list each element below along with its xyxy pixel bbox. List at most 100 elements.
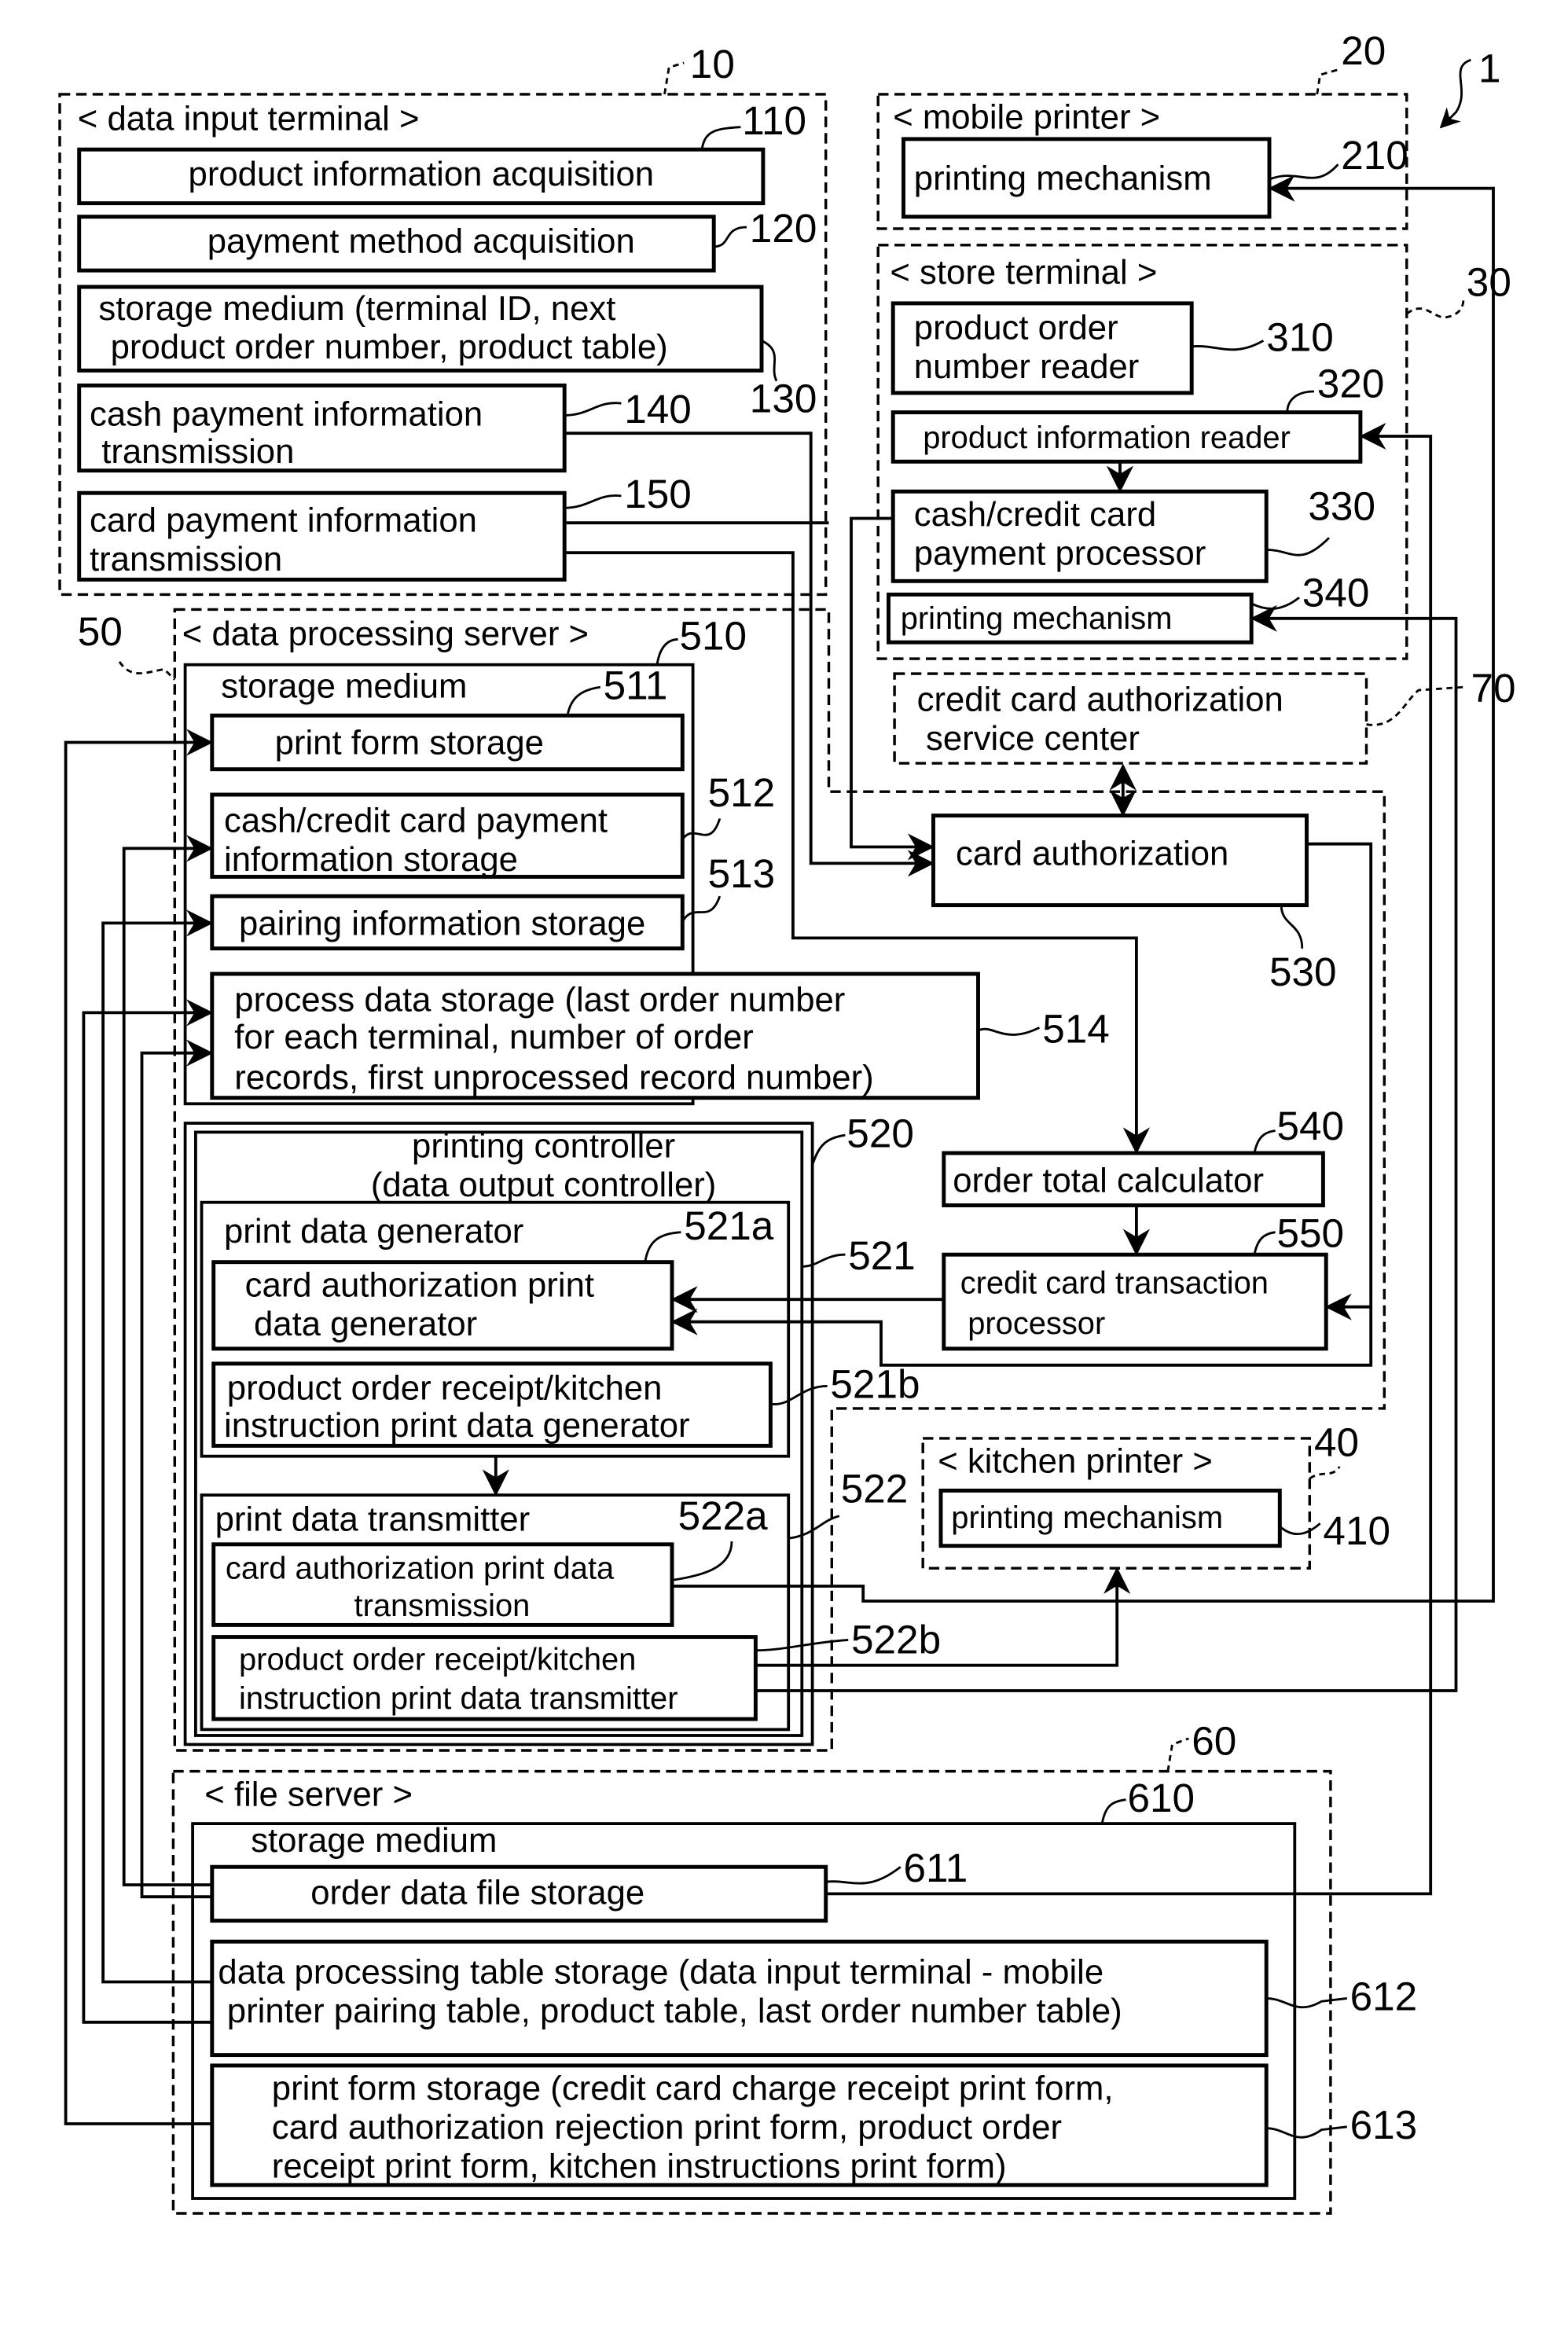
leader-511: [566, 685, 601, 716]
leader-513: [681, 895, 722, 923]
ref-410: 410: [1323, 1508, 1390, 1553]
ref-550: 550: [1277, 1211, 1345, 1256]
leader-130: [761, 340, 778, 382]
ref-110: 110: [742, 98, 806, 143]
payment-processor-line-2: payment processor: [914, 534, 1206, 572]
fs-print-form-storage-line-1: print form storage (credit card charge r…: [272, 2070, 1114, 2108]
leader-610: [1100, 1798, 1126, 1824]
file-server: 60 < file server > storage medium 610 or…: [171, 1719, 1418, 2215]
receipt-kitchen-print-data-tx-line-1: product order receipt/kitchen: [239, 1642, 636, 1677]
ref-520: 520: [846, 1111, 914, 1155]
ref-340: 340: [1302, 571, 1370, 615]
kitchen-printer: 40 < kitchen printer > printing mechanis…: [921, 1420, 1390, 1570]
print-data-transmitter-label: print data transmitter: [215, 1500, 531, 1539]
leader-70: [1366, 685, 1464, 726]
leader-330: [1266, 537, 1331, 556]
credit-card-tx-processor-line-2: processor: [968, 1306, 1105, 1341]
order-file-to-payment-info-line: [122, 835, 214, 1886]
process-data-storage-line-3: records, first unprocessed record number…: [234, 1058, 873, 1096]
ref-521: 521: [848, 1233, 916, 1278]
file-server-title: < file server >: [204, 1775, 413, 1813]
mobile-printer-printing-mechanism-label: printing mechanism: [914, 160, 1212, 198]
order-data-file-storage-label: order data file storage: [310, 1874, 644, 1912]
ref-330: 330: [1308, 483, 1375, 528]
print-data-generator-label: print data generator: [224, 1212, 523, 1251]
data-input-terminal: 10 < data input terminal > product infor…: [58, 42, 828, 597]
payment-info-storage-line-1: cash/credit card payment: [224, 802, 608, 840]
mobile-printer-title: < mobile printer >: [893, 98, 1160, 137]
leader-20: [1316, 68, 1342, 95]
ref-510: 510: [680, 614, 747, 659]
credit-card-tx-processor-line-1: credit card transaction: [960, 1266, 1269, 1301]
process-data-storage-line-2: for each terminal, number of order: [234, 1018, 753, 1056]
leader-521: [802, 1253, 846, 1268]
payment-info-storage-line-2: information storage: [224, 840, 518, 879]
mobile-printer: 20 < mobile printer > printing mechanism…: [876, 28, 1408, 230]
ref-613: 613: [1350, 2103, 1418, 2147]
ref-130: 130: [750, 376, 817, 421]
leader-10: [663, 61, 685, 95]
ref-522: 522: [841, 1467, 909, 1511]
table-storage-line-1: data processing table storage (data inpu…: [218, 1952, 1103, 1991]
leader-410: [1279, 1522, 1321, 1535]
order-total-calculator-label: order total calculator: [953, 1161, 1264, 1199]
card-payment-info-tx-line-2: transmission: [90, 540, 282, 578]
data-processing-server-title: < data processing server >: [182, 615, 589, 653]
ref-522a: 522a: [678, 1493, 769, 1538]
store-printing-mechanism-label: printing mechanism: [901, 601, 1173, 636]
dps-storage-medium-label: storage medium: [221, 667, 467, 706]
kitchen-printer-title: < kitchen printer >: [938, 1442, 1213, 1481]
leader-30: [1405, 299, 1465, 319]
leader-512: [681, 817, 722, 840]
figure-ref-arrow: [1439, 58, 1472, 129]
ref-530: 530: [1269, 949, 1337, 994]
ref-20: 20: [1341, 28, 1386, 73]
leader-310: [1192, 340, 1265, 351]
leader-611: [825, 1866, 902, 1885]
product-info-acquisition-label: product information acquisition: [189, 155, 655, 193]
ref-522b: 522b: [851, 1618, 941, 1662]
leader-40: [1309, 1466, 1341, 1480]
ref-611: 611: [904, 1846, 968, 1890]
data-processing-server: 50 < data processing server > storage me…: [78, 608, 1386, 1752]
auth-service-center-line-1: credit card authorization: [917, 681, 1283, 719]
ref-610: 610: [1128, 1776, 1195, 1820]
card-auth-print-data-gen-line-1: card authorization print: [245, 1265, 594, 1304]
leader-150: [564, 494, 622, 509]
receipt-kitchen-print-data-gen-line-2: instruction print data generator: [224, 1406, 690, 1445]
system-block-diagram: 1 10 < data input terminal > product inf…: [58, 28, 1516, 2215]
terminal-storage-medium-line-2: product order number, product table): [111, 328, 668, 366]
leader-510: [655, 637, 678, 665]
payment-processor-line-1: cash/credit card: [914, 495, 1156, 534]
process-data-storage-line-1: process data storage (last order number: [234, 981, 845, 1019]
ref-612: 612: [1350, 1974, 1418, 2019]
leader-612: [1266, 1996, 1347, 2009]
figure-ref: 1: [1478, 46, 1501, 91]
card-auth-print-data-tx-line-2: transmission: [354, 1589, 530, 1623]
auth-service-center: credit card authorization service center…: [893, 666, 1516, 765]
store-terminal: 30 < store terminal > product order numb…: [876, 244, 1511, 660]
leader-550: [1253, 1231, 1276, 1255]
ref-140: 140: [624, 387, 692, 432]
leader-521a: [644, 1231, 681, 1262]
table-storage-line-2: printer pairing table, product table, la…: [227, 1992, 1122, 2030]
card-auth-print-data-tx-line-1: card authorization print data: [226, 1552, 615, 1586]
receipt-kitchen-print-data-tx-line-2: instruction print data transmitter: [239, 1681, 678, 1716]
product-info-reader-label: product information reader: [923, 421, 1291, 455]
kitchen-printing-mechanism-label: printing mechanism: [951, 1500, 1223, 1535]
ref-40: 40: [1314, 1420, 1359, 1465]
fs-print-form-to-dps-print-form-line: [64, 729, 214, 2125]
leader-522a: [671, 1541, 733, 1581]
printing-controller-line-2: (data output controller): [371, 1166, 717, 1204]
leader-613: [1266, 2125, 1347, 2139]
leader-530: [1280, 905, 1304, 949]
leader-140: [564, 402, 622, 417]
leader-210: [1269, 163, 1339, 181]
ref-513: 513: [708, 851, 776, 896]
cash-payment-info-tx-line-2: transmission: [101, 432, 294, 471]
card-payment-info-tx-line-1: card payment information: [90, 501, 477, 540]
leader-120: [714, 226, 747, 248]
ref-120: 120: [750, 206, 817, 251]
data-input-terminal-title: < data input terminal >: [78, 100, 420, 138]
ref-30: 30: [1467, 259, 1511, 304]
